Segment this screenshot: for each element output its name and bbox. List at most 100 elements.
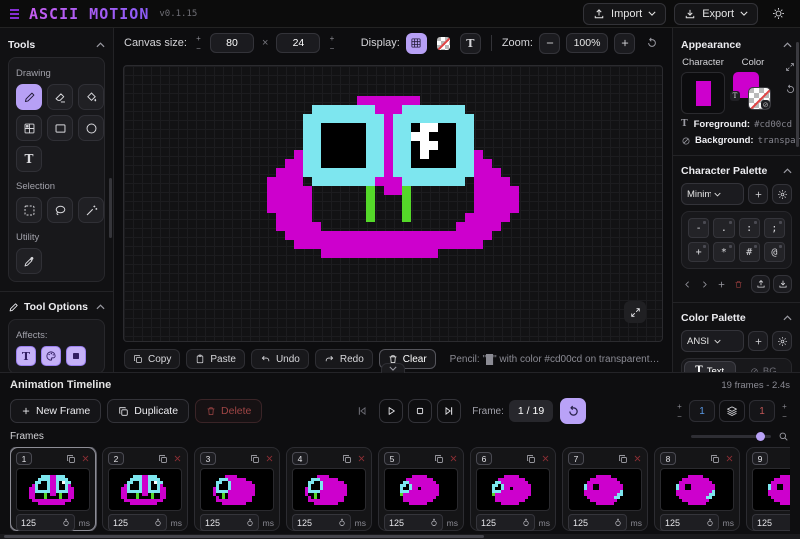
duplicate-frame-button[interactable]: Duplicate [107,399,189,423]
frame-duration-input[interactable]: 125 [384,514,443,531]
play-button[interactable] [379,399,403,423]
undo-button[interactable]: Undo [251,349,309,369]
delete-frame-icon[interactable] [541,454,550,463]
select-tool-button[interactable] [16,197,42,223]
affects-background-toggle[interactable] [66,346,86,366]
char-button[interactable]: ; [764,218,785,238]
char-button[interactable]: * [713,242,734,262]
palette-prev-button[interactable] [681,275,695,293]
character-palette-preset-dropdown[interactable]: Minimal ASC [681,183,744,205]
copy-button[interactable]: Copy [124,349,180,369]
color-palette-preset-dropdown[interactable]: ANSI 16-Col [681,330,744,352]
background-color-swatch[interactable]: ⊘ [748,87,771,110]
frame-card[interactable]: 5 125 ms [378,447,464,531]
frame-card[interactable]: 7 125 ms [562,447,648,531]
onion-next-input[interactable]: 1 [749,400,775,422]
frame-duration-input[interactable]: 125 [568,514,627,531]
onion-next-stepper[interactable]: +− [779,402,790,421]
display-grid-toggle[interactable] [406,33,427,54]
palette-import-button[interactable] [773,275,792,293]
frame-duration-input[interactable]: 125 [476,514,535,531]
onion-skin-button[interactable] [719,400,745,422]
character-preview[interactable] [681,72,725,114]
frame-card[interactable]: 1 125 ms [10,447,96,531]
eraser-tool-button[interactable] [47,84,73,110]
duplicate-frame-icon[interactable] [434,454,444,464]
char-button[interactable]: # [739,242,760,262]
ellipse-tool-button[interactable] [78,115,104,141]
zoom-in-button[interactable] [614,33,635,54]
zoom-reset-button[interactable] [641,33,662,54]
char-button[interactable]: @ [764,242,785,262]
reset-colors-button[interactable] [781,81,799,97]
delete-frame-icon[interactable] [265,454,274,463]
rectangle-tool-button[interactable] [47,115,73,141]
paste-button[interactable]: Paste [186,349,245,369]
palette-next-button[interactable] [698,275,712,293]
loop-toggle-button[interactable] [560,398,586,424]
display-text-toggle[interactable]: T [460,33,481,54]
fill-bucket-tool-button[interactable] [78,84,104,110]
duplicate-frame-icon[interactable] [526,454,536,464]
duplicate-frame-icon[interactable] [710,454,720,464]
affects-character-toggle[interactable]: T [16,346,36,366]
frame-card[interactable]: 8 125 ms [654,447,740,531]
tool-options-header[interactable]: Tool Options [8,301,105,313]
magic-wand-tool-button[interactable] [78,197,104,223]
character-palette-settings-button[interactable] [772,184,792,204]
onion-prev-input[interactable]: 1 [689,400,715,422]
frame-duration-input[interactable]: 125 [660,514,719,531]
delete-frame-icon[interactable] [81,454,90,463]
swap-colors-button[interactable] [781,59,799,75]
affects-color-toggle[interactable] [41,346,61,366]
duplicate-frame-icon[interactable] [618,454,628,464]
redo-button[interactable]: Redo [315,349,373,369]
import-button[interactable]: Import [583,3,666,25]
pencil-tool-button[interactable] [16,84,42,110]
frame-duration-input[interactable]: 125 [16,514,75,531]
frame-duration-input[interactable]: 125 [200,514,259,531]
tools-header[interactable]: Tools [8,39,105,51]
pattern-fill-tool-button[interactable] [16,115,42,141]
frame-duration-input[interactable]: 125 [108,514,167,531]
color-palette-header[interactable]: Color Palette [681,312,792,324]
stop-button[interactable] [408,399,432,423]
char-button[interactable]: : [739,218,760,238]
delete-frame-icon[interactable] [633,454,642,463]
duplicate-frame-icon[interactable] [66,454,76,464]
last-frame-button[interactable] [437,399,461,423]
text-tool-button[interactable]: T [16,146,42,172]
frame-card[interactable]: 6 125 ms [470,447,556,531]
new-frame-button[interactable]: New Frame [10,399,101,423]
frame-card[interactable]: 2 125 ms [102,447,188,531]
drawing-canvas[interactable] [123,65,663,342]
duplicate-frame-icon[interactable] [250,454,260,464]
canvas-expand-button[interactable] [624,301,646,323]
delete-frame-button[interactable]: Delete [195,399,262,423]
palette-export-button[interactable] [751,275,770,293]
onion-prev-stepper[interactable]: +− [674,402,685,421]
zoom-out-button[interactable] [539,33,560,54]
canvas-width-input[interactable]: 80 [210,33,254,53]
add-character-button[interactable] [748,184,768,204]
eyedropper-tool-button[interactable] [16,248,42,274]
delete-frame-icon[interactable] [173,454,182,463]
theme-toggle-button[interactable] [766,3,790,25]
canvas-height-stepper[interactable]: +− [326,34,337,53]
color-palette-settings-button[interactable] [772,331,792,351]
lasso-tool-button[interactable] [47,197,73,223]
frame-duration-input[interactable]: 125 [752,514,790,531]
display-transparency-toggle[interactable] [433,33,454,54]
appearance-header[interactable]: Appearance [681,39,792,51]
char-button[interactable]: + [688,242,709,262]
export-button[interactable]: Export [674,3,758,25]
duplicate-frame-icon[interactable] [342,454,352,464]
delete-frame-icon[interactable] [449,454,458,463]
frame-card[interactable]: 4 125 ms [286,447,372,531]
delete-frame-icon[interactable] [357,454,366,463]
duplicate-frame-icon[interactable] [158,454,168,464]
add-color-button[interactable] [748,331,768,351]
frame-duration-input[interactable]: 125 [292,514,351,531]
canvas-collapse-tab[interactable] [381,363,405,373]
frame-size-slider[interactable] [691,435,771,438]
